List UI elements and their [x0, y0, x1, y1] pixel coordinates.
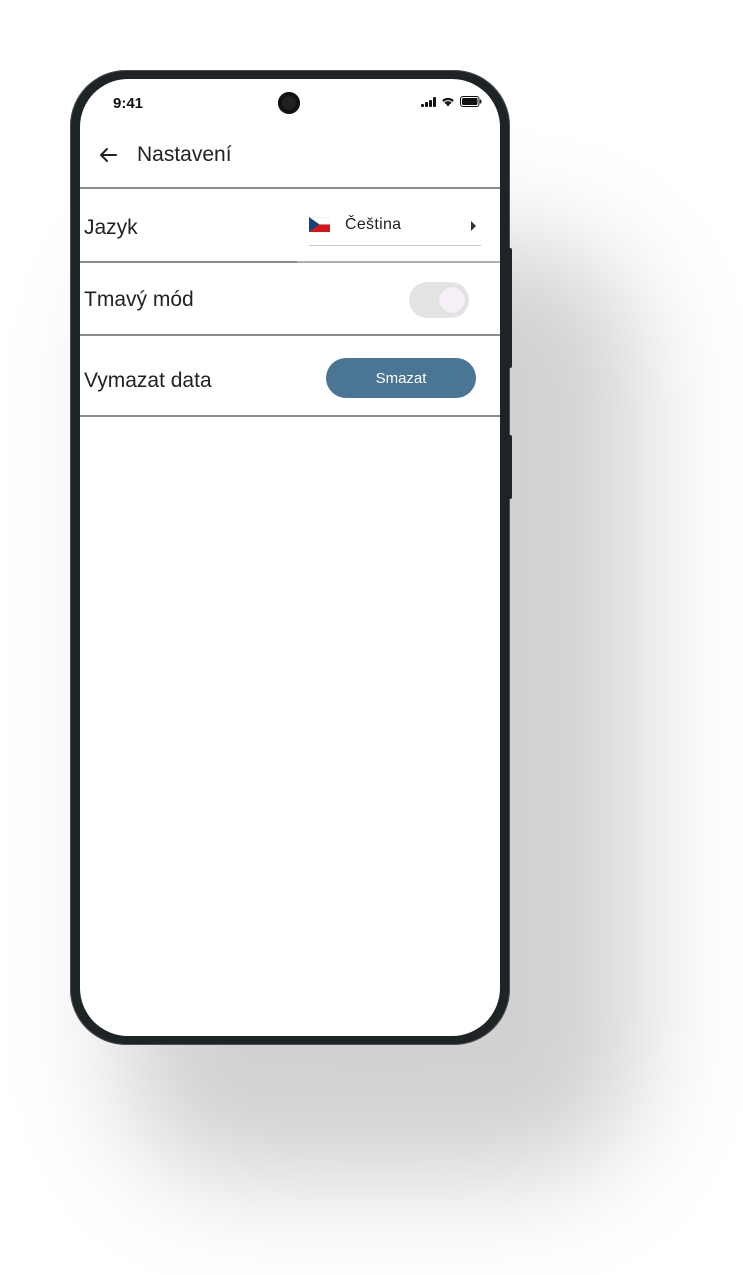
language-value: Čeština [345, 216, 402, 233]
app-bar: Nastavení [80, 127, 500, 187]
dropdown-arrow-icon [471, 221, 476, 231]
status-time: 9:41 [113, 95, 144, 112]
power-side-button [508, 248, 512, 368]
toggle-thumb [439, 287, 465, 313]
status-bar: 9:41 [80, 79, 500, 127]
cellular-signal-icon [421, 96, 436, 107]
volume-side-button [508, 435, 512, 499]
language-label: Jazyk [84, 216, 138, 239]
wifi-icon [441, 96, 455, 107]
front-camera [278, 92, 300, 114]
czech-flag-icon [308, 216, 331, 232]
arrow-left-icon[interactable] [96, 143, 120, 167]
language-select[interactable]: Čeština [308, 207, 481, 246]
page-title: Nastavení [137, 143, 232, 166]
status-icons [421, 96, 482, 107]
dark-mode-toggle[interactable] [409, 282, 469, 318]
delete-data-button[interactable]: Smazat [326, 358, 476, 398]
dark-mode-label: Tmavý mód [84, 288, 194, 311]
clear-data-label: Vymazat data [84, 369, 212, 392]
battery-icon [460, 96, 482, 107]
divider [80, 415, 500, 417]
phone-screen: 9:41 Nastavení Jazyk Čeština Tmavý mód V… [80, 79, 500, 1036]
